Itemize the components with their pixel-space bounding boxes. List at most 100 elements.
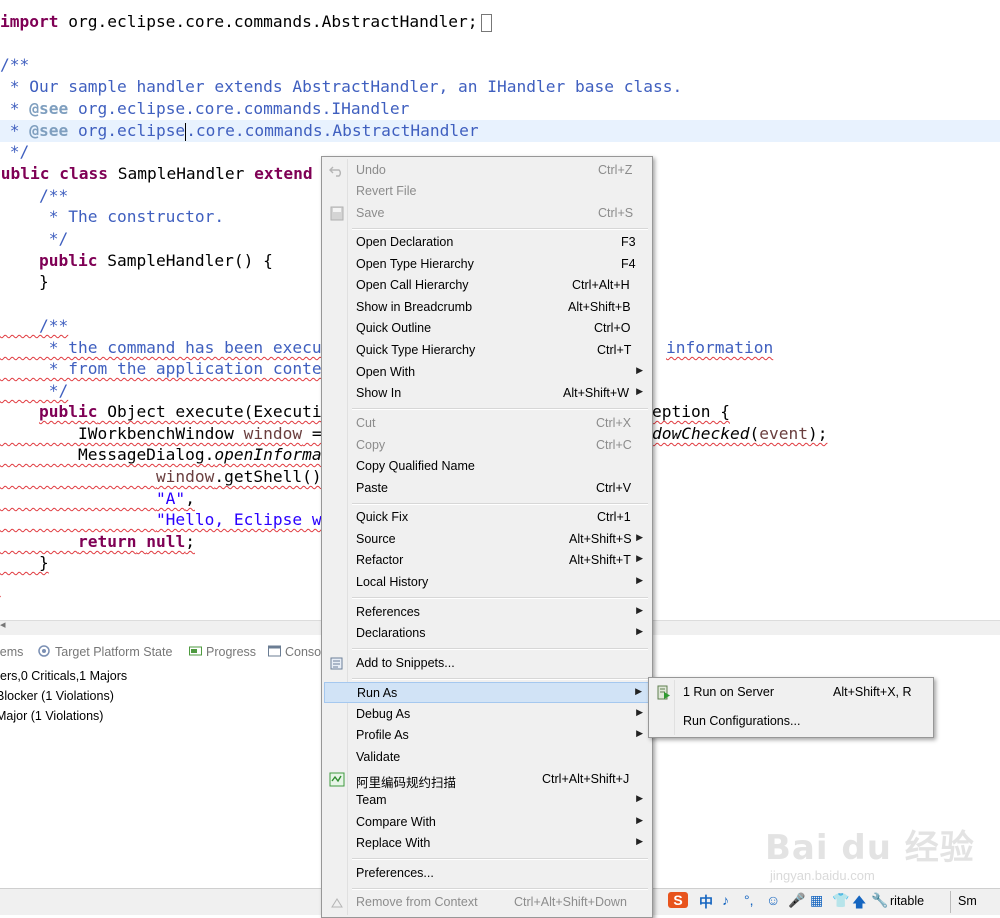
menu-separator xyxy=(352,648,648,650)
menu-item-copy[interactable]: Copy Ctrl+C xyxy=(324,435,650,456)
snippets-icon xyxy=(330,657,343,670)
code-line-tail: information xyxy=(666,338,774,357)
code-line: * @see org.eclipse.core.commands.IHandle… xyxy=(0,99,410,118)
tab-target-platform-state[interactable]: Target Platform State xyxy=(38,645,172,659)
menu-separator xyxy=(352,888,648,890)
code-line: import org.eclipse.core.commands.Abstrac… xyxy=(0,11,492,33)
menu-item-refactor[interactable]: Refactor Alt+Shift+T ▶ xyxy=(324,550,650,571)
tab-problems[interactable]: lems xyxy=(0,645,23,659)
menu-item-source[interactable]: Source Alt+Shift+S ▶ xyxy=(324,529,650,550)
submenu-arrow-icon: ▶ xyxy=(636,626,643,636)
menu-item-quick-type-hierarchy[interactable]: Quick Type Hierarchy Ctrl+T xyxy=(324,340,650,361)
ime-toolbar[interactable]: S 中 ♪ °, ☺ 🎤 ▦ 👕 🡅 🔧 xyxy=(668,891,890,913)
menu-item-local-history[interactable]: Local History ▶ xyxy=(324,572,650,593)
code-line: return null; xyxy=(77,532,195,551)
tab-console[interactable]: Conso xyxy=(268,645,321,659)
ime-emoji-icon[interactable]: ☺ xyxy=(766,892,780,908)
menu-separator xyxy=(352,597,648,599)
ime-chinese-mode-icon[interactable]: 中 xyxy=(699,892,713,912)
ime-punctuation-icon[interactable]: °, xyxy=(744,892,754,908)
menu-item-add-to-snippets[interactable]: Add to Snippets... xyxy=(324,653,650,674)
ime-moon-icon[interactable]: ♪ xyxy=(722,892,729,908)
menu-item-quick-outline[interactable]: Quick Outline Ctrl+O xyxy=(324,318,650,339)
code-line: * the command has been execu xyxy=(0,338,322,357)
code-line: /** xyxy=(0,316,69,335)
menu-separator xyxy=(352,503,648,505)
submenu-arrow-icon: ▶ xyxy=(636,365,643,375)
code-line: } xyxy=(0,574,1,596)
tree-row-blocker[interactable]: Blocker (1 Violations) xyxy=(0,689,114,703)
code-line: public SampleHandler() { xyxy=(38,251,273,270)
menu-item-alibaba-code-scan[interactable]: 阿里编码规约扫描 Ctrl+Alt+Shift+J xyxy=(324,769,650,790)
menu-item-profile-as[interactable]: Profile As ▶ xyxy=(324,725,650,746)
run-as-submenu: 1 Run on Server Alt+Shift+X, R Run Config… xyxy=(648,677,934,738)
code-line: * The constructor. xyxy=(0,207,225,226)
menu-item-references[interactable]: References ▶ xyxy=(324,602,650,623)
menu-item-revert-file[interactable]: Revert File xyxy=(324,181,650,202)
menu-item-replace-with[interactable]: Replace With ▶ xyxy=(324,833,650,854)
save-icon xyxy=(330,206,344,221)
menu-item-remove-from-context[interactable]: Remove from Context Ctrl+Alt+Shift+Down xyxy=(324,892,650,913)
menu-separator xyxy=(352,858,648,860)
code-line-tail: dowChecked(event); xyxy=(652,424,828,443)
run-server-icon xyxy=(657,685,670,700)
menu-item-quick-fix[interactable]: Quick Fix Ctrl+1 xyxy=(324,507,650,528)
menu-item-show-in-breadcrumb[interactable]: Show in Breadcrumb Alt+Shift+B xyxy=(324,297,650,318)
menu-item-open-call-hierarchy[interactable]: Open Call Hierarchy Ctrl+Alt+H xyxy=(324,275,650,296)
menu-item-save[interactable]: Save Ctrl+S xyxy=(324,203,650,224)
menu-item-open-type-hierarchy[interactable]: Open Type Hierarchy F4 xyxy=(324,254,650,275)
menu-item-declarations[interactable]: Declarations ▶ xyxy=(324,623,650,644)
menu-separator xyxy=(352,228,648,230)
submenu-arrow-icon: ▶ xyxy=(636,836,643,846)
tab-progress[interactable]: Progress xyxy=(189,645,256,659)
menu-item-compare-with[interactable]: Compare With ▶ xyxy=(324,812,650,833)
submenu-arrow-icon: ▶ xyxy=(636,793,643,803)
menu-item-cut[interactable]: Cut Ctrl+X xyxy=(324,413,650,434)
p3c-scan-icon xyxy=(329,772,345,787)
menu-item-open-with[interactable]: Open With ▶ xyxy=(324,362,650,383)
menu-item-validate[interactable]: Validate xyxy=(324,747,650,768)
menu-item-run-configurations[interactable]: Run Configurations... xyxy=(651,711,931,732)
code-line: IWorkbenchWindow window = xyxy=(0,424,322,443)
menu-item-debug-as[interactable]: Debug As ▶ xyxy=(324,704,650,725)
ime-voice-icon[interactable]: 🎤 xyxy=(788,892,805,909)
tree-row-major[interactable]: Major (1 Violations) xyxy=(0,709,103,723)
tab-label: Target Platform State xyxy=(55,645,173,659)
code-line: public class SampleHandler extend xyxy=(0,164,313,183)
menu-item-paste[interactable]: Paste Ctrl+V xyxy=(324,478,650,499)
console-icon xyxy=(268,645,281,657)
submenu-arrow-icon: ▶ xyxy=(636,553,643,563)
code-line: "A", xyxy=(155,489,195,508)
scroll-left-arrow-icon[interactable]: ◂ xyxy=(0,618,6,631)
menu-item-undo[interactable]: Undo Ctrl+Z xyxy=(324,160,650,181)
submenu-arrow-icon: ▶ xyxy=(636,605,643,615)
code-line-tail: eption { xyxy=(652,402,730,421)
code-line: /** xyxy=(0,186,69,205)
menu-item-open-declaration[interactable]: Open Declaration F3 xyxy=(324,232,650,253)
menu-item-copy-qualified-name[interactable]: Copy Qualified Name xyxy=(324,456,650,477)
violations-summary: ers,0 Criticals,1 Majors xyxy=(0,669,128,683)
menu-item-show-in[interactable]: Show In Alt+Shift+W ▶ xyxy=(324,383,650,404)
menu-item-preferences[interactable]: Preferences... xyxy=(324,863,650,884)
code-line: * from the application conte xyxy=(0,359,322,378)
menu-item-team[interactable]: Team ▶ xyxy=(324,790,650,811)
target-platform-icon xyxy=(38,645,50,657)
menu-separator xyxy=(352,678,648,680)
code-line: MessageDialog.openInforma xyxy=(0,445,322,464)
code-line: public Object execute(Executi xyxy=(38,402,322,421)
ime-upload-icon[interactable]: 🡅 xyxy=(852,892,866,916)
code-line: } xyxy=(0,272,49,291)
progress-icon xyxy=(189,646,202,656)
menu-item-run-on-server[interactable]: 1 Run on Server Alt+Shift+X, R xyxy=(651,682,931,703)
menu-item-run-as[interactable]: Run As ▶ xyxy=(324,682,650,703)
ime-settings-wrench-icon[interactable]: 🔧 xyxy=(871,892,888,909)
ime-skin-icon[interactable]: 👕 xyxy=(832,892,849,909)
sogou-logo-icon[interactable]: S xyxy=(668,892,688,908)
tab-label: Progress xyxy=(206,645,257,659)
ime-keyboard-icon[interactable]: ▦ xyxy=(810,892,823,909)
remove-context-icon xyxy=(331,898,343,908)
tab-label: Conso xyxy=(285,645,322,659)
undo-icon xyxy=(329,166,341,177)
folded-imports-icon[interactable] xyxy=(480,13,492,32)
code-line: window.getShell() xyxy=(155,467,322,486)
